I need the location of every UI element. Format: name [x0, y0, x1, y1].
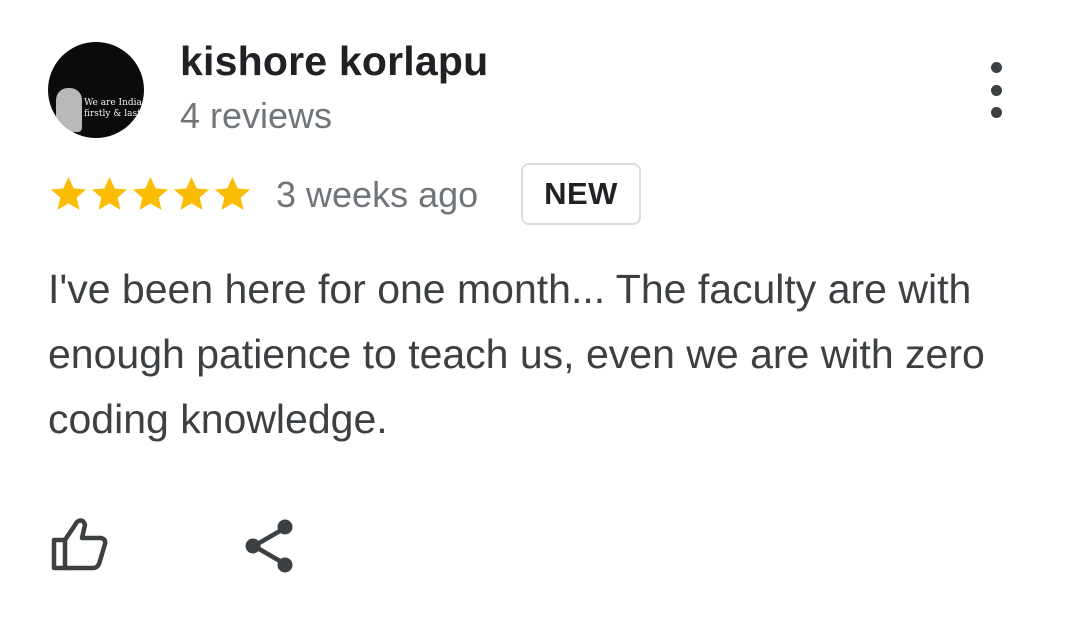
star-icon [92, 177, 127, 210]
star-rating [48, 174, 253, 214]
star-icon [133, 177, 168, 210]
thumb-up-icon [51, 518, 108, 571]
more-options-button[interactable] [978, 62, 1014, 118]
star-icon [215, 177, 250, 210]
star-icon [51, 177, 86, 210]
new-badge: NEW [521, 163, 641, 225]
more-vert-icon [990, 62, 1002, 73]
review-text: I've been here for one month... The facu… [48, 266, 985, 442]
review-time-ago: 3 weeks ago [276, 174, 479, 215]
more-vert-icon-dot [990, 107, 1002, 118]
more-vert-icon-dot [990, 84, 1002, 96]
reviewer-review-count: 4 reviews [180, 95, 333, 136]
avatar[interactable]: We are Indians, firstly & lastly [48, 42, 144, 138]
reviewer-name[interactable]: kishore korlapu [180, 38, 488, 85]
like-button[interactable] [48, 512, 110, 574]
share-button[interactable] [240, 516, 300, 576]
avatar-portrait-figure [56, 88, 82, 132]
avatar-caption-line-1: We are Indians, [84, 98, 144, 108]
star-icon [174, 177, 209, 210]
avatar-caption-line-2: firstly & lastly [84, 109, 144, 119]
share-icon [245, 519, 293, 573]
avatar-caption: We are Indians, firstly & lastly [84, 98, 144, 120]
